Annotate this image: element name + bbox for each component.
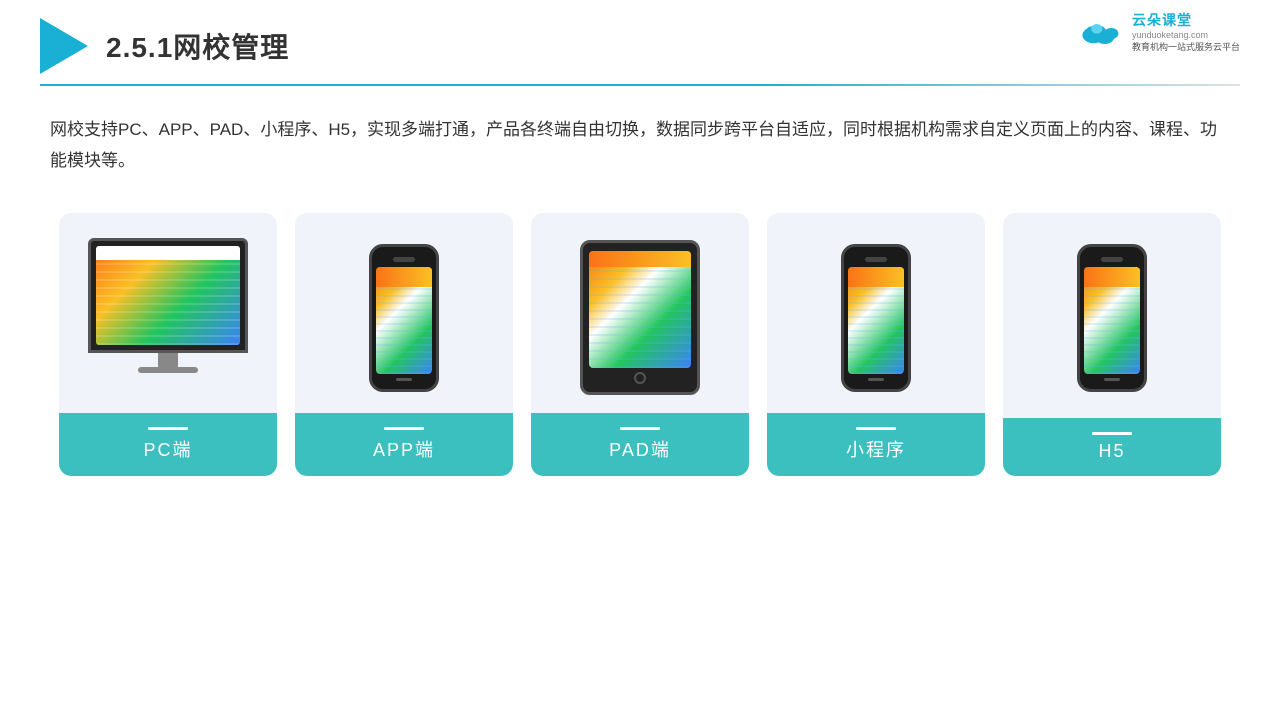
card-miniprogram: 小程序 xyxy=(767,213,985,476)
card-pc-label: PC端 xyxy=(59,413,277,476)
phone-mockup-mini xyxy=(841,244,911,392)
brand-text-block: 云朵课堂 yunduoketang.com 教育机构一站式服务云平台 xyxy=(1132,10,1240,53)
card-miniprogram-image xyxy=(767,213,985,413)
card-h5: H5 xyxy=(1003,213,1221,476)
phone-mockup-h5 xyxy=(1077,244,1147,392)
logo-triangle-icon xyxy=(40,18,88,74)
page-header: 2.5.1网校管理 云朵课堂 yunduoketang.com 教育机构一站式服… xyxy=(0,0,1280,74)
brand-logo: 云朵课堂 yunduoketang.com 教育机构一站式服务云平台 xyxy=(1076,10,1240,53)
pc-mockup xyxy=(83,238,253,398)
phone-mockup-app xyxy=(369,244,439,392)
brand-slogan: 教育机构一站式服务云平台 xyxy=(1132,40,1240,53)
card-app-label: APP端 xyxy=(295,413,513,476)
card-pad-image xyxy=(531,213,749,413)
cloud-icon xyxy=(1076,16,1124,48)
card-pad-label: PAD端 xyxy=(531,413,749,476)
card-pad: PAD端 xyxy=(531,213,749,476)
card-app: APP端 xyxy=(295,213,513,476)
card-h5-label: H5 xyxy=(1003,418,1221,476)
description-text: 网校支持PC、APP、PAD、小程序、H5，实现多端打通，产品各终端自由切换，数… xyxy=(0,86,1280,177)
cards-section: PC端 APP端 xyxy=(0,177,1280,476)
page-title: 2.5.1网校管理 xyxy=(106,26,289,66)
brand-url: yunduoketang.com xyxy=(1132,30,1208,40)
card-miniprogram-label: 小程序 xyxy=(767,413,985,476)
card-h5-image xyxy=(1003,213,1221,413)
tablet-mockup xyxy=(580,240,700,395)
card-pc-image xyxy=(59,213,277,413)
card-app-image xyxy=(295,213,513,413)
brand-name: 云朵课堂 xyxy=(1132,10,1192,30)
card-pc: PC端 xyxy=(59,213,277,476)
